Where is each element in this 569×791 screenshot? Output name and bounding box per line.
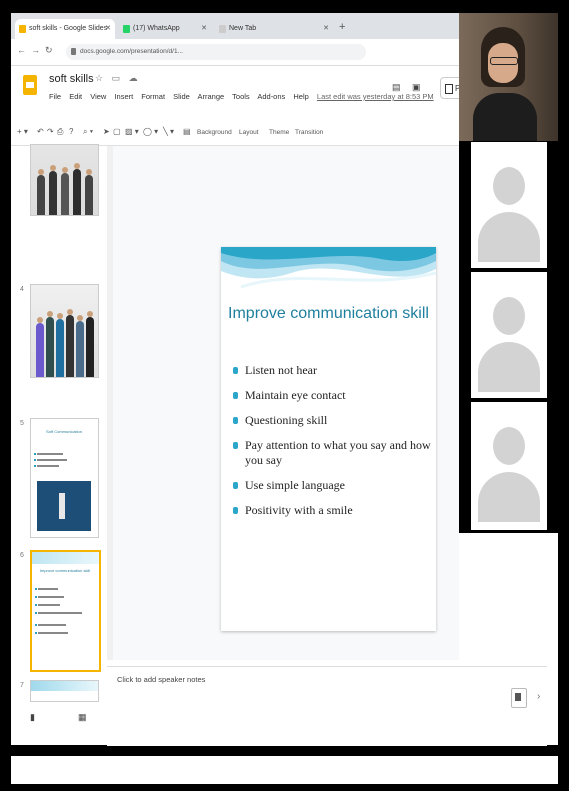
slide-thumbnail-3[interactable] — [30, 144, 99, 216]
slide-number: 6 — [20, 552, 24, 559]
menu-edit[interactable]: Edit — [69, 92, 82, 101]
bullet-item: Positivity with a smile — [231, 503, 431, 518]
present-icon[interactable]: ▣ — [412, 82, 421, 93]
vertical-ruler — [107, 146, 113, 660]
avatar-icon — [493, 427, 525, 465]
theme-button[interactable]: Theme — [269, 129, 289, 136]
slide-title[interactable]: Improve communication skill — [221, 305, 436, 323]
image-icon[interactable]: ▨ ▾ — [125, 127, 139, 136]
forward-arrow-icon[interactable]: → — [31, 45, 40, 55]
avatar-icon — [493, 297, 525, 335]
redo-icon[interactable]: ↷ — [47, 127, 54, 136]
bullet-item: Questioning skill — [231, 413, 431, 428]
slide-thumbnail-6-selected[interactable]: Improve communication skill — [30, 550, 101, 672]
text-box-icon[interactable]: ▢ — [113, 127, 121, 136]
mini-slide-image — [37, 481, 91, 531]
slide-thumbnail-5[interactable]: Soft Communication — [30, 418, 99, 538]
grid-view-icon[interactable]: ▦ — [78, 712, 87, 723]
menu-format[interactable]: Format — [141, 92, 165, 101]
comment-icon[interactable]: ▤ — [392, 82, 401, 93]
slide-thumbnail-4[interactable] — [30, 284, 99, 378]
back-arrow-icon[interactable]: ← — [17, 45, 26, 55]
line-icon[interactable]: ╲ ▾ — [163, 127, 174, 136]
speaker-notes-placeholder: Click to add speaker notes — [117, 675, 206, 684]
bottom-white-bar — [11, 756, 558, 784]
tab-whatsapp[interactable]: (17) WhatsApp ✕ — [119, 19, 211, 39]
slide-number: 5 — [20, 420, 24, 427]
slide-thumbnail-7[interactable] — [30, 680, 99, 702]
glasses-shape — [490, 57, 518, 65]
slide-header-wave — [221, 247, 436, 289]
new-slide-icon[interactable]: + ▾ — [17, 127, 28, 136]
tab-google-slides[interactable]: soft skills - Google Slides ✕ — [15, 19, 115, 39]
transition-button[interactable]: Transition — [295, 129, 323, 136]
avatar-icon — [493, 167, 525, 205]
close-tab-icon[interactable]: ✕ — [201, 19, 207, 39]
menu-bar: File Edit View Insert Format Slide Arran… — [49, 92, 440, 101]
menu-insert[interactable]: Insert — [114, 92, 133, 101]
slide-number: 7 — [20, 682, 24, 689]
paint-format-icon[interactable]: ? — [69, 127, 73, 136]
close-tab-icon[interactable]: ✕ — [323, 19, 329, 39]
document-title[interactable]: soft skills — [49, 73, 94, 85]
participant-tile[interactable] — [471, 402, 547, 530]
slides-favicon-icon — [19, 25, 26, 33]
menu-help[interactable]: Help — [293, 92, 308, 101]
bullet-item: Maintain eye contact — [231, 388, 431, 403]
close-tab-icon[interactable]: ✕ — [105, 19, 111, 39]
zoom-icon[interactable]: ⌕ ▾ — [83, 127, 93, 137]
current-slide[interactable]: Improve communication skill Listen not h… — [221, 247, 436, 631]
participant-tile[interactable] — [471, 272, 547, 398]
shape-icon[interactable]: ◯ ▾ — [143, 127, 158, 136]
menu-file[interactable]: File — [49, 92, 61, 101]
filmstrip: 4 5 Soft Communication 6 Improve communi… — [11, 144, 101, 706]
url-field[interactable]: docs.google.com/presentation/d/1... — [66, 44, 366, 60]
slide-number: 4 — [20, 286, 24, 293]
lock-icon — [71, 48, 76, 55]
layout-button[interactable]: Layout — [239, 129, 259, 136]
chevron-right-icon[interactable]: › — [537, 691, 540, 702]
select-icon[interactable]: ➤ — [103, 127, 110, 136]
new-tab-plus-icon[interactable]: + — [339, 21, 345, 33]
undo-icon[interactable]: ↶ — [37, 127, 44, 136]
menu-slide[interactable]: Slide — [173, 92, 190, 101]
menu-arrange[interactable]: Arrange — [198, 92, 225, 101]
bullet-item: Listen not hear — [231, 363, 431, 378]
new-tab-favicon-icon — [219, 25, 226, 33]
print-icon[interactable]: ⎙ — [57, 127, 63, 137]
editing-toolbar: + ▾ ↶ ↷ ⎙ ? ⌕ ▾ ➤ ▢ ▨ ▾ ◯ ▾ ╲ ▾ ▤ Backgr… — [11, 121, 459, 146]
star-move-cloud-icons[interactable]: ☆ ▭ ☁ — [95, 73, 141, 84]
whatsapp-favicon-icon — [123, 25, 130, 33]
slide-bullet-list[interactable]: Listen not hear Maintain eye contact Que… — [231, 363, 431, 528]
participant-tile[interactable] — [471, 142, 547, 268]
speaker-notes[interactable]: Click to add speaker notes — [107, 666, 547, 746]
last-edit-link[interactable]: Last edit was yesterday at 8:53 PM — [317, 92, 434, 101]
slides-logo-icon[interactable] — [23, 75, 37, 95]
filmstrip-view-icon[interactable]: ▮ — [30, 712, 35, 723]
bullet-item: Use simple language — [231, 478, 431, 493]
presenter-webcam — [459, 13, 558, 141]
menu-tools[interactable]: Tools — [232, 92, 250, 101]
reload-icon[interactable]: ↻ — [45, 45, 53, 56]
background-button[interactable]: Background — [197, 129, 232, 136]
tab-new-tab[interactable]: New Tab ✕ — [215, 19, 333, 39]
explore-icon[interactable] — [511, 688, 527, 708]
comment-add-icon[interactable]: ▤ — [183, 127, 191, 136]
menu-addons[interactable]: Add-ons — [257, 92, 285, 101]
bullet-item: Pay attention to what you say and how yo… — [231, 438, 431, 468]
menu-view[interactable]: View — [90, 92, 106, 101]
